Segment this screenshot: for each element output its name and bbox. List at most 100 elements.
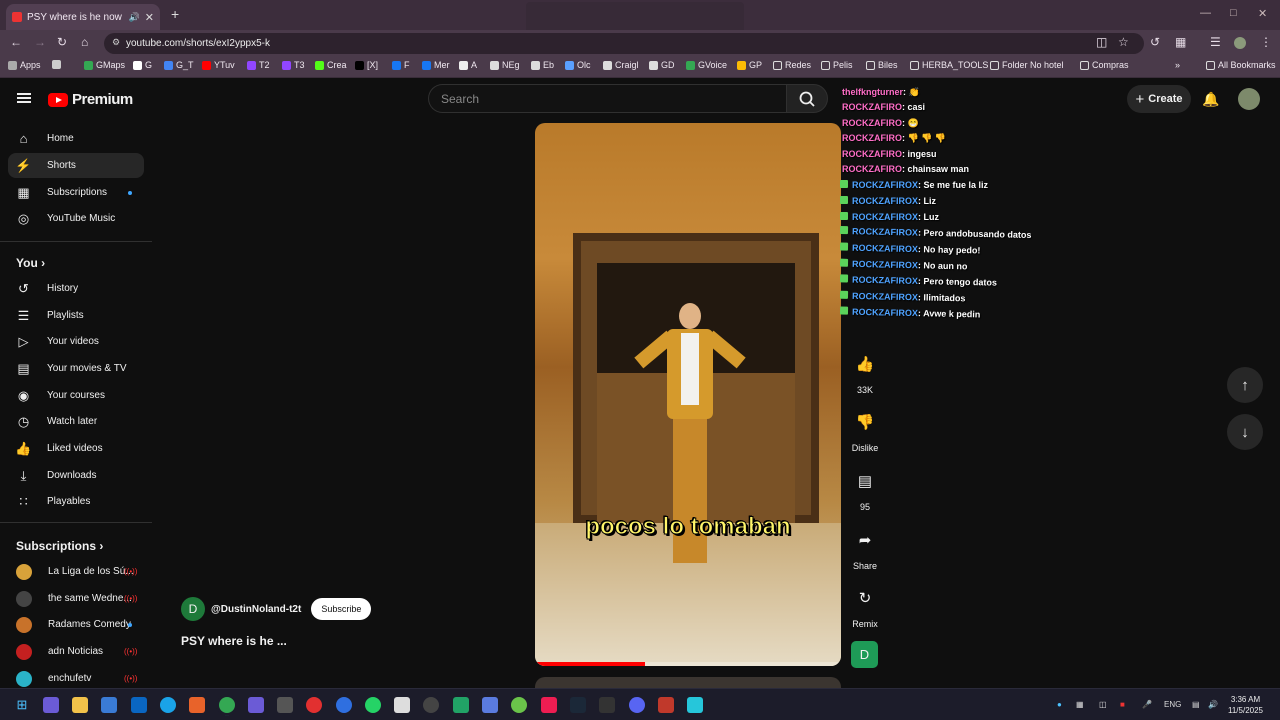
sidebar-item-history[interactable]: ↺ History [8, 276, 144, 301]
minimize-icon[interactable]: — [1200, 7, 1211, 19]
bookmark-olc[interactable]: Olc [565, 60, 591, 70]
bookmark-mer[interactable]: Mer [422, 60, 450, 70]
search-button[interactable] [786, 84, 828, 113]
channel-avatar[interactable]: D [181, 597, 205, 621]
maximize-icon[interactable]: □ [1230, 7, 1237, 19]
subscriptions-section-title[interactable]: Subscriptions › [16, 539, 103, 553]
app-icon[interactable] [511, 697, 527, 713]
browser-menu-icon[interactable]: ⋮ [1260, 35, 1272, 49]
app-icon[interactable] [599, 697, 615, 713]
close-tab-icon[interactable]: ✕ [145, 11, 154, 24]
steam-icon[interactable] [570, 697, 586, 713]
tray-icon[interactable]: ◫ [1099, 700, 1107, 709]
sidebar-item-your-videos[interactable]: ▷ Your videos [8, 329, 144, 354]
bookmark-g-t[interactable]: G_T [164, 60, 194, 70]
language-indicator[interactable]: ENG [1164, 700, 1181, 709]
bookmark-all[interactable]: All Bookmarks [1206, 60, 1276, 70]
browser-tab-active[interactable]: PSY where is he now #fyp # 🔊 ✕ [6, 4, 160, 30]
next-short-button[interactable]: ↓ [1227, 414, 1263, 450]
history-icon[interactable]: ↺ [1150, 35, 1160, 49]
bookmark-biles[interactable]: Biles [866, 60, 898, 70]
back-icon[interactable]: ← [10, 35, 22, 49]
new-tab-button[interactable]: + [171, 6, 179, 22]
bookmark-gvoice[interactable]: GVoice [686, 60, 727, 70]
sound-channel-avatar[interactable]: D [851, 641, 878, 668]
sidebar-item-subscriptions[interactable]: ▦ Subscriptions [8, 180, 144, 205]
share-action[interactable]: ➦ Share [846, 522, 884, 571]
thumbs-down-icon[interactable]: 👎 [847, 404, 883, 440]
copilot-icon[interactable] [43, 697, 59, 713]
app-icon[interactable] [336, 697, 352, 713]
app-icon[interactable] [277, 697, 293, 713]
discord-icon[interactable] [629, 697, 645, 713]
store-icon[interactable] [101, 697, 117, 713]
previous-short-button[interactable]: ↑ [1227, 367, 1263, 403]
bookmark-a[interactable]: A [459, 60, 477, 70]
you-section-title[interactable]: You › [16, 256, 45, 270]
bookmark-eb[interactable]: Eb [531, 60, 554, 70]
sidebar-item-shorts[interactable]: ⚡ Shorts [8, 153, 144, 178]
comment-icon[interactable]: ▤ [847, 463, 883, 499]
sidebar-item-watch-later[interactable]: ◷ Watch later [8, 409, 144, 434]
network-icon[interactable]: ▤ [1192, 700, 1200, 709]
bookmark-crea[interactable]: Crea [315, 60, 347, 70]
bookmark-f[interactable]: F [392, 60, 410, 70]
share-icon[interactable]: ➦ [847, 522, 883, 558]
app-icon[interactable] [658, 697, 674, 713]
obs-icon[interactable] [423, 697, 439, 713]
media-player-icon[interactable] [306, 697, 322, 713]
volume-icon[interactable]: 🔊 [1208, 700, 1218, 709]
tray-icon[interactable]: ▦ [1076, 700, 1084, 709]
app-icon[interactable] [189, 697, 205, 713]
bookmark-g[interactable]: G [133, 60, 152, 70]
menu-icon[interactable] [17, 93, 31, 103]
thumbs-up-icon[interactable]: 👍 [847, 346, 883, 382]
notifications-bell-icon[interactable]: 🔔 [1202, 91, 1219, 108]
close-window-icon[interactable]: ✕ [1258, 7, 1267, 20]
sidebar-item-youtube-music[interactable]: ◎ YouTube Music [8, 206, 144, 231]
extensions-icon[interactable]: ▦ [1175, 35, 1186, 49]
bookmark-craigl[interactable]: Craigl [603, 60, 639, 70]
bookmark-pelis[interactable]: Pelis [821, 60, 853, 70]
windows-start-icon[interactable]: ⊞ [14, 697, 30, 713]
site-info-icon[interactable]: ⚙ [112, 37, 120, 48]
address-bar[interactable]: ⚙ youtube.com/shorts/exI2yppx5-k [104, 33, 1144, 54]
bookmark-redes[interactable]: Redes [773, 60, 811, 70]
clock[interactable]: 3:36 AM 11/5/2025 [1228, 694, 1263, 716]
video-progress-bar[interactable] [535, 662, 841, 666]
sidebar-item-movies-tv[interactable]: ▤ Your movies & TV [8, 356, 144, 381]
whatsapp-icon[interactable] [365, 697, 381, 713]
sidebar-item-downloads[interactable]: ⤓ Downloads [8, 463, 144, 488]
short-title[interactable]: PSY where is he ... [181, 634, 287, 648]
profile-avatar[interactable] [1234, 37, 1246, 49]
install-app-icon[interactable]: ◫ [1096, 35, 1107, 49]
microphone-icon[interactable]: 🎤 [1142, 700, 1152, 709]
bookmark-gd[interactable]: GD [649, 60, 675, 70]
media-control-icon[interactable]: ☰ [1210, 35, 1221, 49]
bookmark-apps[interactable]: Apps [8, 60, 41, 70]
create-button[interactable]: + Create [1127, 85, 1191, 113]
remix-icon[interactable]: ↻ [847, 580, 883, 616]
outlook-icon[interactable] [131, 697, 147, 713]
bookmark-t2[interactable]: T2 [247, 60, 270, 70]
sidebar-sub-radames-comedy[interactable]: Radames Comedy [8, 612, 144, 637]
sidebar-item-home[interactable]: ⌂ Home [8, 126, 144, 151]
like-action[interactable]: 👍 33K [846, 346, 884, 395]
bookmark-ytuv[interactable]: YTuv [202, 60, 235, 70]
shorts-video-player[interactable]: pocos lo tomaban [535, 123, 841, 666]
vpn-icon[interactable] [482, 697, 498, 713]
channel-name[interactable]: @DustinNoland-t2t [211, 604, 301, 615]
bookmark-star-icon[interactable]: ☆ [1118, 35, 1129, 49]
search-input[interactable]: Search [428, 84, 786, 113]
sidebar-item-playlists[interactable]: ☰ Playlists [8, 303, 144, 328]
remix-action[interactable]: ↻ Remix [846, 580, 884, 629]
grid-icon[interactable] [52, 60, 61, 69]
forward-icon[interactable]: → [34, 35, 46, 49]
tiktok-icon[interactable] [541, 697, 557, 713]
teams-icon[interactable] [248, 697, 264, 713]
sheets-icon[interactable] [453, 697, 469, 713]
more-bookmarks-icon[interactable]: » [1175, 60, 1180, 70]
chrome-icon[interactable] [219, 697, 235, 713]
notepad-icon[interactable] [394, 697, 410, 713]
app-icon[interactable] [687, 697, 703, 713]
